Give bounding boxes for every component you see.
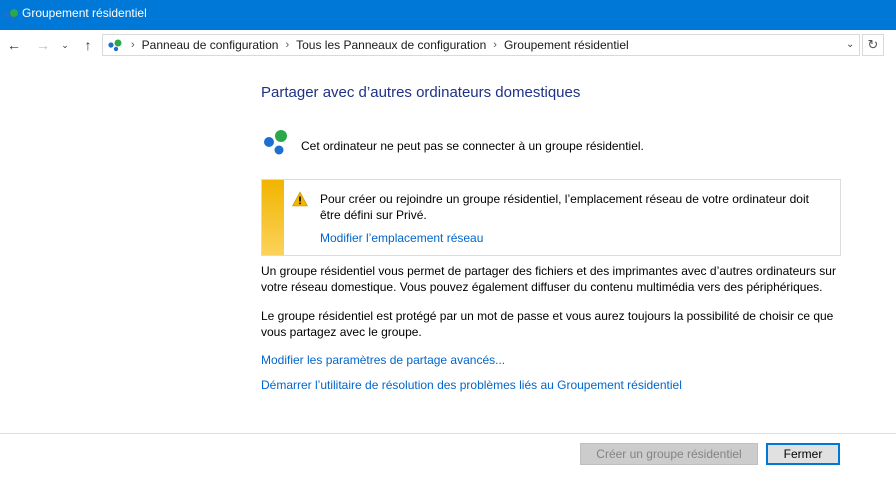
troubleshoot-link[interactable]: Démarrer l’utilitaire de résolution des …: [261, 378, 682, 392]
refresh-icon: ↻: [867, 37, 879, 52]
title-bar: Groupement résidentiel: [0, 0, 896, 30]
breadcrumb-separator: ›: [285, 39, 290, 51]
breadcrumb-separator: ›: [493, 39, 497, 51]
navigation-bar: ← → ⌄ ↑ › Panneau de configuration › Tou…: [0, 30, 896, 60]
warning-text: Pour créer ou rejoindre un groupe réside…: [320, 192, 809, 222]
breadcrumb-item-control-panel[interactable]: Panneau de configuration: [141, 38, 280, 52]
change-network-location-link[interactable]: Modifier l’emplacement réseau: [320, 231, 483, 245]
breadcrumb-item-all-panels[interactable]: Tous les Panneaux de configuration: [295, 38, 487, 52]
forward-button[interactable]: →: [34, 36, 52, 54]
arrow-up-icon: ↑: [84, 37, 92, 53]
address-dropdown-button[interactable]: ⌄: [846, 39, 854, 50]
password-paragraph: Le groupe résidentiel est protégé par un…: [261, 309, 834, 339]
arrow-right-icon: →: [36, 37, 50, 53]
footer-divider: [0, 433, 896, 434]
homegroup-status-icon: [264, 130, 287, 155]
advanced-sharing-link[interactable]: Modifier les paramètres de partage avanc…: [261, 353, 505, 367]
homegroup-icon: [3, 9, 18, 22]
address-bar[interactable]: › Panneau de configuration › Tous les Pa…: [102, 34, 860, 56]
breadcrumb-item-homegroup[interactable]: Groupement résidentiel: [503, 38, 630, 52]
page-title: Partager avec d’autres ordinateurs domes…: [261, 84, 581, 101]
up-button[interactable]: ↑: [79, 36, 97, 54]
breadcrumb: › Panneau de configuration › Tous les Pa…: [125, 38, 630, 52]
window-title: Groupement résidentiel: [22, 6, 147, 20]
status-text: Cet ordinateur ne peut pas se connecter …: [301, 139, 644, 153]
create-homegroup-button[interactable]: Créer un groupe résidentiel: [580, 443, 758, 465]
chevron-down-icon: ⌄: [846, 39, 855, 50]
homegroup-icon: [108, 39, 122, 52]
close-button[interactable]: Fermer: [766, 443, 840, 465]
warning-icon: [292, 191, 308, 207]
description-paragraph: Un groupe résidentiel vous permet de par…: [261, 264, 836, 294]
chevron-down-icon: ⌄: [61, 39, 69, 50]
back-button[interactable]: ←: [5, 36, 23, 54]
breadcrumb-separator: ›: [131, 39, 135, 51]
refresh-button[interactable]: ↻: [862, 34, 884, 56]
recent-locations-button[interactable]: ⌄: [58, 36, 72, 54]
warning-accent-bar: [262, 180, 284, 255]
warning-box: Pour créer ou rejoindre un groupe réside…: [261, 179, 841, 256]
arrow-left-icon: ←: [7, 37, 21, 53]
